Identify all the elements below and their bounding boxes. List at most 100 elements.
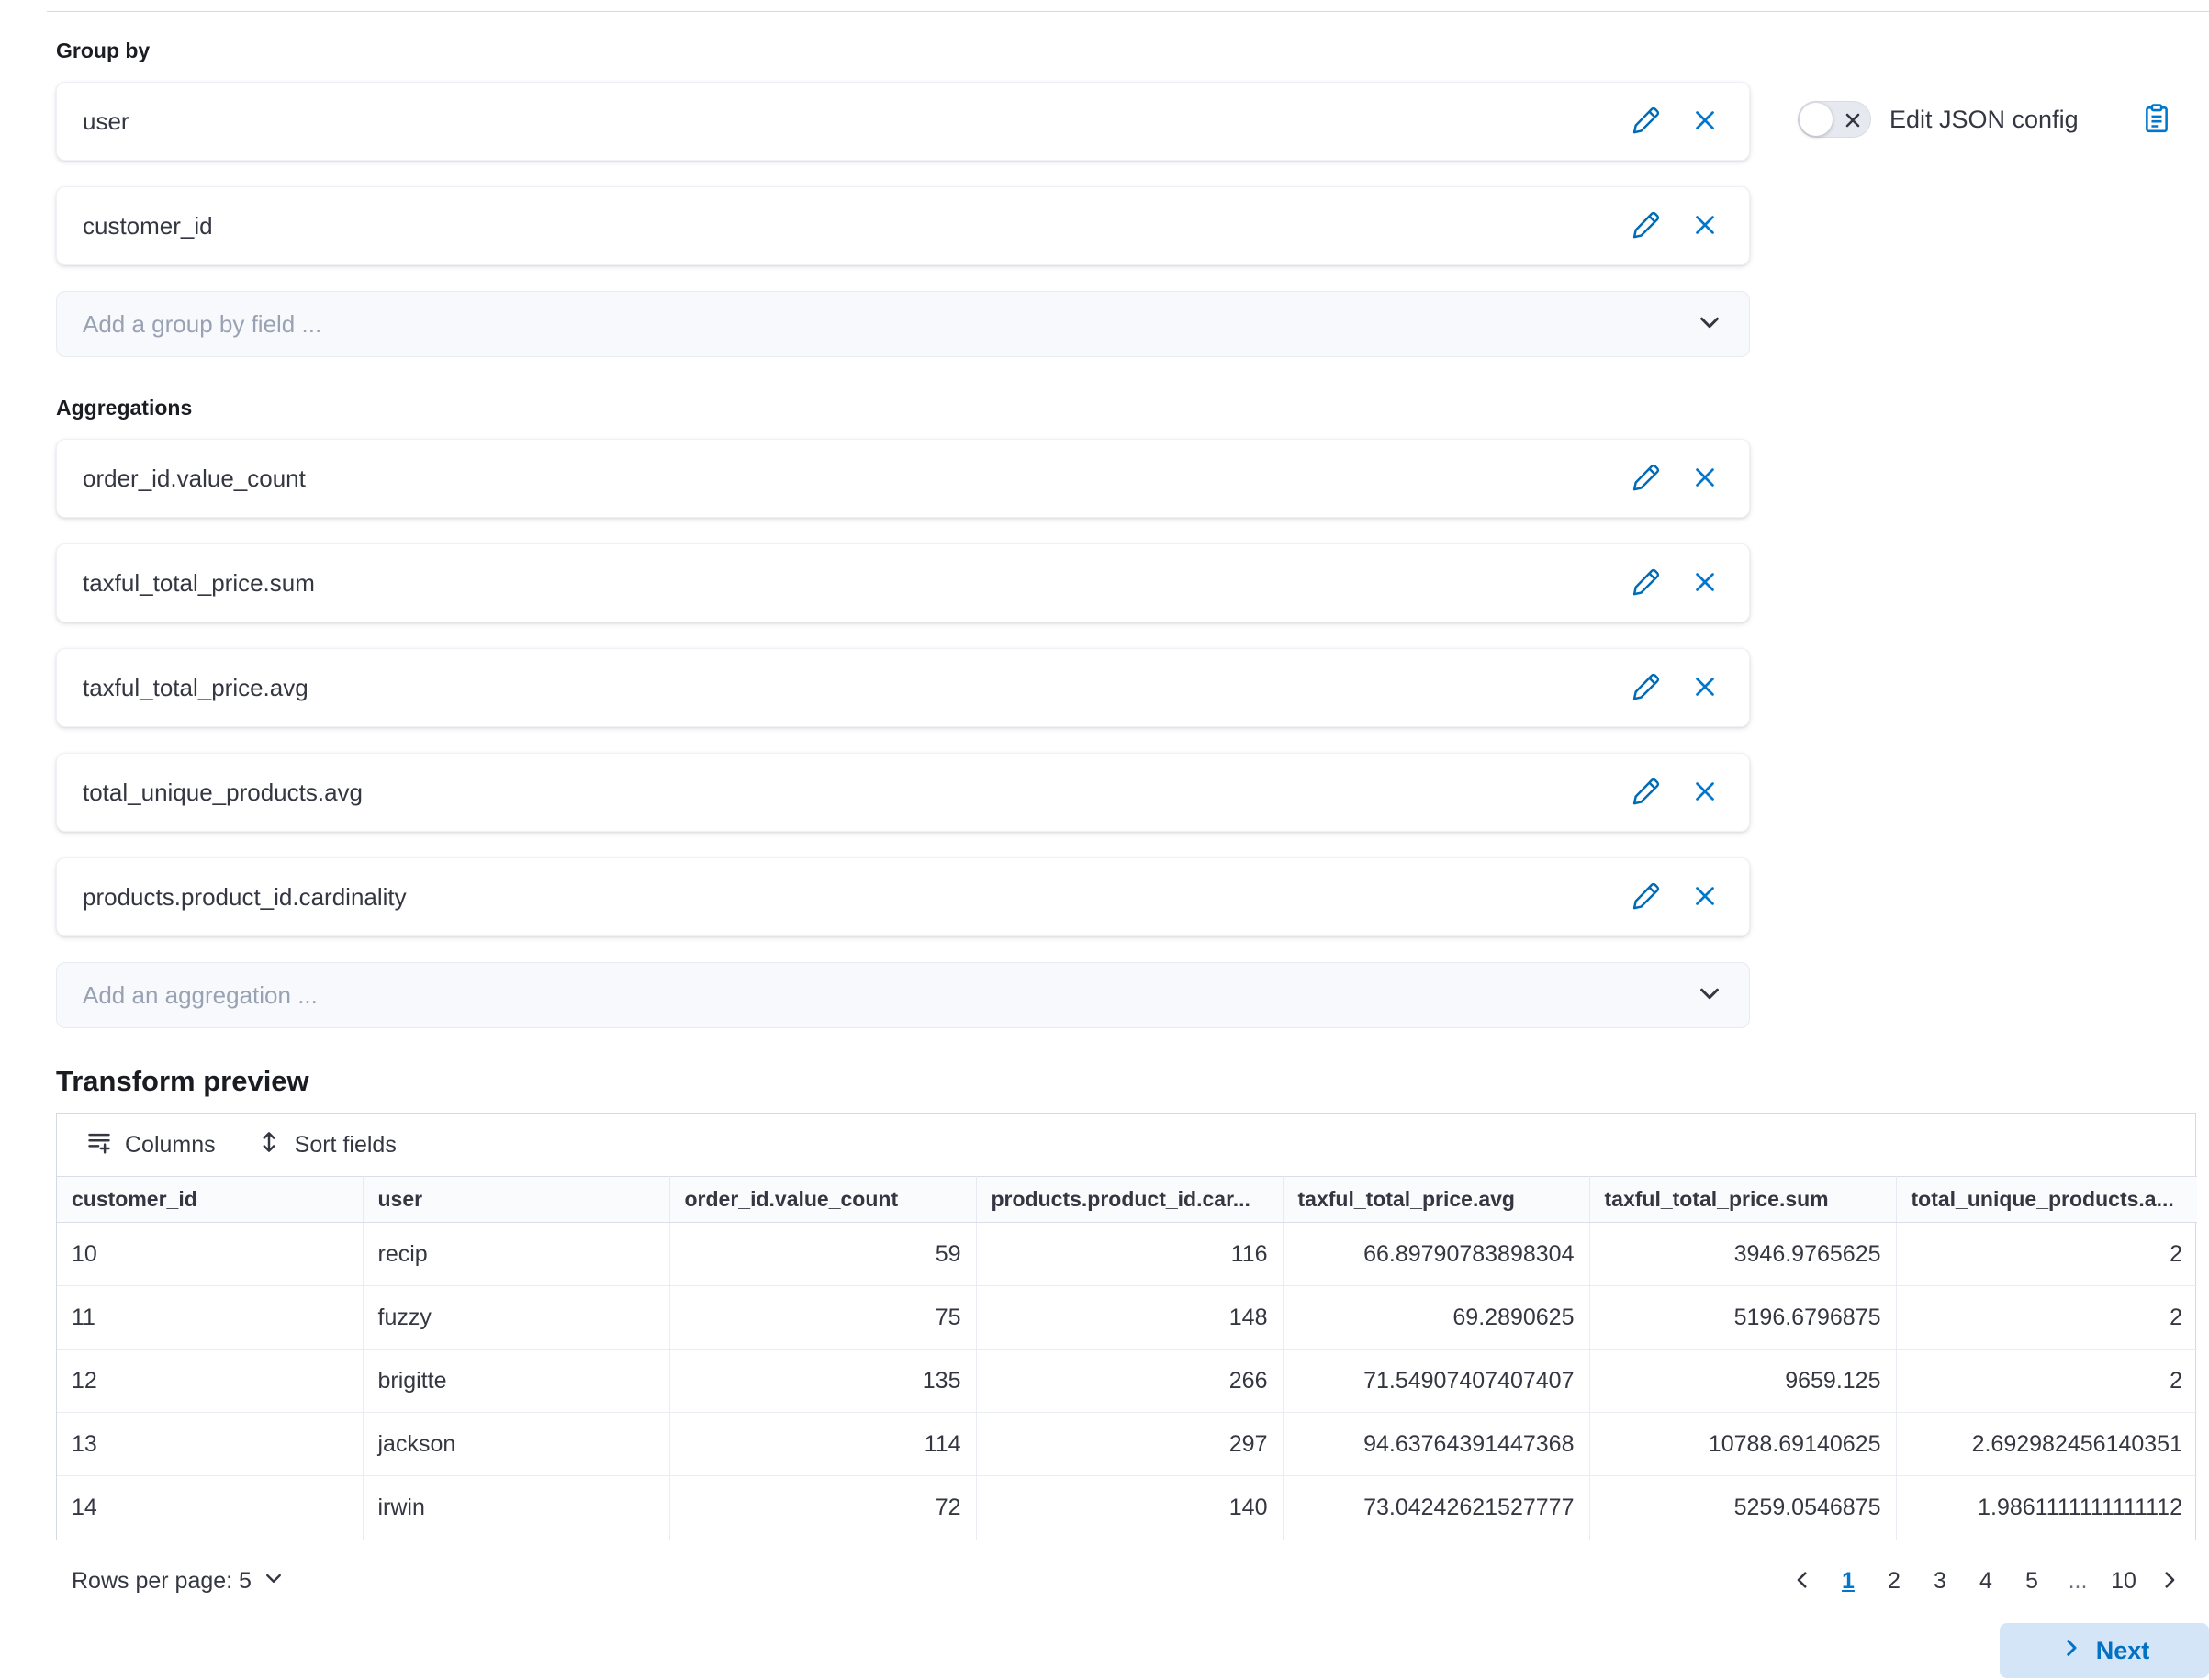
previous-page-button[interactable] xyxy=(1781,1561,1823,1603)
group-by-item-actions xyxy=(1630,105,1721,138)
cell-products-product-id-cardinality: 297 xyxy=(976,1413,1283,1476)
add-aggregation-placeholder: Add an aggregation ... xyxy=(83,981,318,1010)
copy-clipboard-icon xyxy=(2141,103,2172,137)
cross-icon xyxy=(1691,464,1719,494)
remove-aggregation-button[interactable] xyxy=(1688,776,1721,809)
remove-aggregation-button[interactable] xyxy=(1688,462,1721,495)
next-button[interactable]: Next xyxy=(2000,1623,2209,1678)
pagination-row: Rows per page: 5 1 2 3 4 5 ... 10 xyxy=(56,1561,2196,1603)
cell-taxful-total-price-avg: 73.04242621527777 xyxy=(1283,1476,1589,1540)
aggregation-item-actions xyxy=(1630,776,1721,809)
transform-wizard-page: Group by user customer_id xyxy=(0,0,2209,1680)
chevron-left-icon xyxy=(1790,1568,1814,1595)
cell-taxful-total-price-sum: 9659.125 xyxy=(1589,1350,1896,1413)
add-group-by-field-select[interactable]: Add a group by field ... xyxy=(56,291,1750,357)
cell-taxful-total-price-sum: 5259.0546875 xyxy=(1589,1476,1896,1540)
rows-per-page-button[interactable]: Rows per page: 5 xyxy=(72,1567,285,1596)
table-header-row: customer_id user order_id.value_count pr… xyxy=(57,1177,2197,1223)
pencil-icon xyxy=(1632,882,1660,913)
aggregation-item-actions xyxy=(1630,566,1721,599)
group-by-label: Group by xyxy=(56,39,2196,63)
edit-aggregation-button[interactable] xyxy=(1630,776,1663,809)
page-button-3[interactable]: 3 xyxy=(1919,1561,1961,1603)
cell-customer-id: 11 xyxy=(57,1286,363,1350)
edit-aggregation-button[interactable] xyxy=(1630,462,1663,495)
column-header-customer-id[interactable]: customer_id xyxy=(57,1177,363,1223)
edit-group-by-button[interactable] xyxy=(1630,209,1663,242)
main-content: Group by user customer_id xyxy=(56,39,2196,1603)
cross-icon xyxy=(1691,882,1719,913)
aggregation-item: order_id.value_count xyxy=(56,439,1750,518)
aggregation-item: taxful_total_price.sum xyxy=(56,543,1750,622)
column-header-taxful-total-price-sum[interactable]: taxful_total_price.sum xyxy=(1589,1177,1896,1223)
list-add-icon xyxy=(86,1129,112,1161)
cell-order-id-value-count: 114 xyxy=(669,1413,976,1476)
aggregations-label: Aggregations xyxy=(56,396,2196,420)
chevron-right-icon xyxy=(2158,1568,2181,1595)
column-header-total-unique-products-avg[interactable]: total_unique_products.a... xyxy=(1896,1177,2197,1223)
cell-taxful-total-price-avg: 66.89790783898304 xyxy=(1283,1223,1589,1286)
edit-aggregation-button[interactable] xyxy=(1630,671,1663,704)
cell-taxful-total-price-avg: 69.2890625 xyxy=(1283,1286,1589,1350)
cell-customer-id: 13 xyxy=(57,1413,363,1476)
sort-fields-button[interactable]: Sort fields xyxy=(256,1129,397,1161)
chevron-right-icon xyxy=(2059,1636,2083,1666)
cell-order-id-value-count: 59 xyxy=(669,1223,976,1286)
grid-toolbar: Columns Sort fields xyxy=(57,1114,2195,1176)
edit-json-config-toggle[interactable] xyxy=(1798,101,1871,138)
add-group-by-placeholder: Add a group by field ... xyxy=(83,310,321,339)
pencil-icon xyxy=(1632,778,1660,808)
cell-user: jackson xyxy=(363,1413,669,1476)
column-header-products-product-id-cardinality[interactable]: products.product_id.car... xyxy=(976,1177,1283,1223)
cell-total-unique-products-avg: 1.9861111111111112 xyxy=(1896,1476,2197,1540)
cell-customer-id: 14 xyxy=(57,1476,363,1540)
pencil-icon xyxy=(1632,211,1660,241)
edit-json-config-label[interactable]: Edit JSON config xyxy=(1889,106,2079,134)
cross-icon xyxy=(1691,568,1719,599)
page-button-5[interactable]: 5 xyxy=(2011,1561,2053,1603)
pager: 1 2 3 4 5 ... 10 xyxy=(1781,1561,2191,1603)
copy-config-button[interactable] xyxy=(2139,102,2174,137)
remove-group-by-button[interactable] xyxy=(1688,209,1721,242)
column-header-taxful-total-price-avg[interactable]: taxful_total_price.avg xyxy=(1283,1177,1589,1223)
preview-table: customer_id user order_id.value_count pr… xyxy=(57,1176,2197,1540)
cell-total-unique-products-avg: 2 xyxy=(1896,1350,2197,1413)
cross-icon xyxy=(1691,778,1719,808)
cell-customer-id: 12 xyxy=(57,1350,363,1413)
remove-aggregation-button[interactable] xyxy=(1688,671,1721,704)
cell-taxful-total-price-sum: 3946.9765625 xyxy=(1589,1223,1896,1286)
group-by-item-label: customer_id xyxy=(83,212,213,241)
cross-icon xyxy=(1691,673,1719,703)
add-aggregation-select[interactable]: Add an aggregation ... xyxy=(56,962,1750,1028)
chevron-down-icon xyxy=(1696,980,1723,1012)
columns-button[interactable]: Columns xyxy=(86,1129,216,1161)
remove-aggregation-button[interactable] xyxy=(1688,880,1721,913)
json-config-controls: Edit JSON config xyxy=(1798,101,2174,138)
cell-total-unique-products-avg: 2 xyxy=(1896,1286,2197,1350)
top-divider xyxy=(47,11,2209,12)
remove-group-by-button[interactable] xyxy=(1688,105,1721,138)
page-button-1[interactable]: 1 xyxy=(1827,1561,1869,1603)
column-header-user[interactable]: user xyxy=(363,1177,669,1223)
table-row: 14 irwin 72 140 73.04242621527777 5259.0… xyxy=(57,1476,2197,1540)
table-row: 12 brigitte 135 266 71.54907407407407 96… xyxy=(57,1350,2197,1413)
edit-aggregation-button[interactable] xyxy=(1630,880,1663,913)
chevron-down-icon xyxy=(263,1567,285,1596)
page-button-4[interactable]: 4 xyxy=(1965,1561,2007,1603)
pencil-icon xyxy=(1632,673,1660,703)
remove-aggregation-button[interactable] xyxy=(1688,566,1721,599)
cell-user: irwin xyxy=(363,1476,669,1540)
page-button-10[interactable]: 10 xyxy=(2102,1561,2145,1603)
aggregation-item-label: order_id.value_count xyxy=(83,465,306,493)
cell-taxful-total-price-avg: 71.54907407407407 xyxy=(1283,1350,1589,1413)
next-page-button[interactable] xyxy=(2148,1561,2191,1603)
preview-title: Transform preview xyxy=(56,1065,2196,1098)
edit-group-by-button[interactable] xyxy=(1630,105,1663,138)
page-button-2[interactable]: 2 xyxy=(1873,1561,1915,1603)
aggregation-item: taxful_total_price.avg xyxy=(56,648,1750,727)
cell-customer-id: 10 xyxy=(57,1223,363,1286)
table-row: 13 jackson 114 297 94.63764391447368 107… xyxy=(57,1413,2197,1476)
edit-aggregation-button[interactable] xyxy=(1630,566,1663,599)
group-by-item-actions xyxy=(1630,209,1721,242)
column-header-order-id-value-count[interactable]: order_id.value_count xyxy=(669,1177,976,1223)
